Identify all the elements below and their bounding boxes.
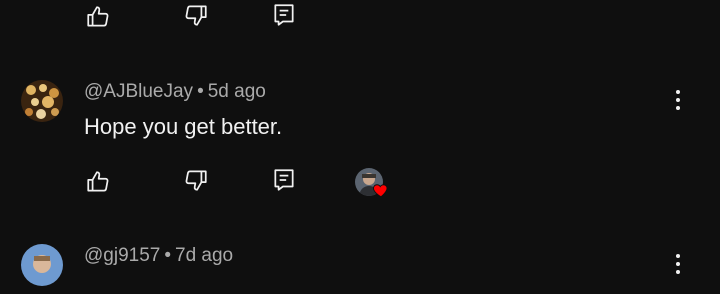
reply-button[interactable] — [266, 0, 302, 33]
avatar[interactable] — [21, 244, 63, 286]
creator-heart-badge — [355, 168, 395, 202]
reply-button[interactable] — [266, 162, 302, 198]
separator-dot: • — [164, 245, 171, 266]
comment-meta: @gj9157 • 7d ago — [84, 245, 233, 267]
thumbs-up-icon — [87, 171, 109, 192]
more-vert-icon — [676, 254, 680, 258]
like-button[interactable] — [80, 164, 116, 200]
comment-item: @gj9157 • 7d ago — [0, 234, 720, 294]
like-button[interactable] — [80, 0, 116, 35]
comment-age[interactable]: 5d ago — [208, 81, 266, 102]
comment-age[interactable]: 7d ago — [175, 245, 233, 266]
comment-actions — [0, 162, 720, 202]
thumbs-up-icon — [87, 6, 109, 27]
author-name[interactable]: @gj9157 — [84, 245, 160, 266]
avatar[interactable] — [21, 80, 63, 122]
comment-menu-button[interactable] — [666, 249, 690, 279]
user-avatar-image — [21, 244, 63, 286]
bokeh-avatar-image — [21, 80, 63, 122]
author-name[interactable]: @AJBlueJay — [84, 81, 193, 102]
previous-comment-actions — [0, 0, 720, 37]
thumbs-down-icon — [185, 170, 207, 191]
dislike-button[interactable] — [178, 0, 214, 33]
more-vert-icon — [676, 90, 680, 94]
comment-text: Hope you get better. — [84, 114, 283, 139]
dislike-button[interactable] — [178, 162, 214, 198]
reply-icon — [274, 169, 294, 191]
heart-icon — [373, 184, 388, 198]
thumbs-down-icon — [185, 5, 207, 26]
comment-menu-button[interactable] — [666, 85, 690, 115]
comment-meta: @AJBlueJay • 5d ago — [84, 81, 266, 103]
reply-icon — [274, 4, 294, 26]
separator-dot: • — [197, 81, 204, 102]
